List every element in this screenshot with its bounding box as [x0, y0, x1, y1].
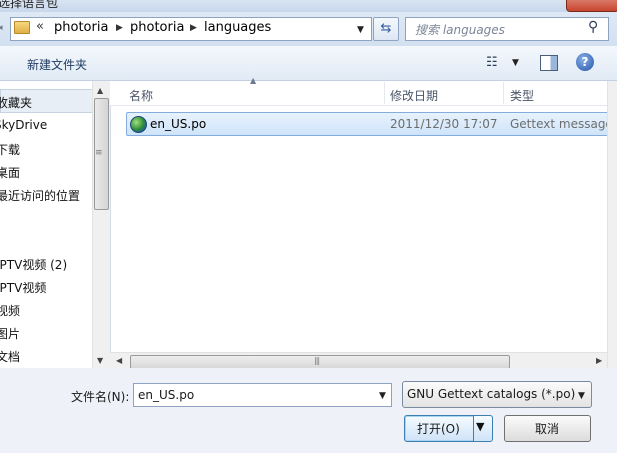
scroll-up-icon[interactable]: ▲	[97, 86, 103, 95]
open-dropdown-icon: ▼	[476, 420, 485, 433]
search-placeholder: 搜索 languages	[415, 23, 505, 37]
column-divider[interactable]	[503, 82, 504, 104]
column-type[interactable]: 类型	[510, 87, 534, 104]
sort-indicator-icon: ▲	[250, 76, 257, 85]
grip-icon: |||	[314, 356, 320, 365]
nav-item-recent-places[interactable]: 最近访问的位置	[0, 187, 80, 204]
refresh-button[interactable]: ⇆	[373, 17, 399, 41]
breadcrumb-chevron-icon[interactable]: ▶	[190, 23, 197, 33]
nav-item-iptv-video[interactable]: IPTV视频	[0, 279, 46, 296]
breadcrumb-item[interactable]: photoria	[130, 20, 184, 35]
horizontal-scroll-thumb[interactable]	[130, 355, 510, 369]
scroll-down-icon[interactable]: ▼	[97, 356, 103, 365]
scroll-right-icon[interactable]: ▶	[596, 356, 602, 365]
new-folder-button[interactable]: 新建文件夹	[27, 56, 87, 73]
cancel-button-label: 取消	[535, 422, 560, 436]
nav-item-favorites[interactable]: 收藏夹	[0, 94, 32, 111]
filename-label: 文件名(N):	[71, 390, 130, 404]
window-title: 选择语言包	[0, 0, 59, 10]
breadcrumb-item[interactable]: languages	[204, 20, 271, 35]
breadcrumb-item[interactable]: photoria	[54, 20, 108, 35]
address-dropdown-icon[interactable]: ▼	[357, 25, 364, 35]
nav-item-skydrive[interactable]: SkyDrive	[0, 118, 47, 132]
toolbar	[0, 46, 617, 81]
file-name: en_US.po	[150, 117, 207, 131]
search-icon[interactable]: ⚲	[588, 19, 598, 35]
breadcrumb-chevron-icon[interactable]: ▶	[116, 23, 123, 33]
breadcrumb-overflow-icon[interactable]: «	[36, 19, 44, 34]
nav-item-downloads[interactable]: 下载	[0, 141, 20, 158]
column-date[interactable]: 修改日期	[390, 87, 438, 104]
nav-item-videos[interactable]: 视频	[0, 302, 20, 319]
filename-dropdown-icon[interactable]: ▼	[379, 391, 386, 401]
column-divider[interactable]	[384, 82, 385, 104]
filetype-value: GNU Gettext catalogs (*.po)	[407, 387, 576, 401]
nav-item-pictures[interactable]: 图片	[0, 325, 20, 342]
grip-icon: ≡	[95, 148, 103, 158]
help-icon[interactable]: ?	[576, 53, 594, 71]
nav-item-documents[interactable]: 文档	[0, 348, 20, 365]
column-name[interactable]: 名称	[129, 87, 153, 104]
open-button-label: 打开(O)	[417, 422, 460, 436]
view-options-icon[interactable]: ☷	[486, 55, 498, 70]
preview-pane-icon[interactable]	[540, 55, 558, 71]
file-date: 2011/12/30 17:07	[390, 117, 498, 131]
list-vertical-scrollbar[interactable]	[607, 81, 617, 368]
filename-value: en_US.po	[138, 388, 195, 402]
title-bar: 选择语言包	[0, 0, 617, 12]
filetype-dropdown-icon[interactable]: ▼	[578, 391, 585, 401]
scroll-left-icon[interactable]: ◀	[116, 356, 122, 365]
nav-item-iptv-video-2[interactable]: IPTV视频 (2)	[0, 256, 67, 273]
nav-item-desktop[interactable]: 桌面	[0, 164, 20, 181]
close-button[interactable]	[566, 0, 617, 12]
globe-file-icon	[130, 116, 147, 133]
refresh-icon: ⇆	[380, 21, 392, 36]
view-dropdown-icon[interactable]: ▼	[512, 58, 519, 68]
back-arrow-icon[interactable]: ◂	[0, 23, 3, 33]
folder-icon	[14, 21, 30, 34]
file-type: Gettext message	[510, 117, 613, 131]
